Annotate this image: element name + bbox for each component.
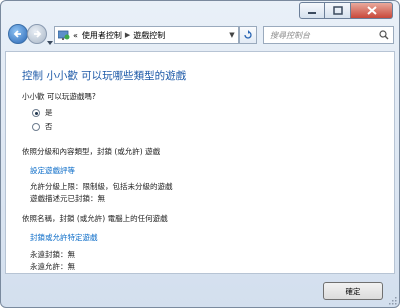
search-icon[interactable] <box>379 30 389 40</box>
close-button[interactable] <box>351 2 393 19</box>
maximize-icon <box>332 6 343 15</box>
close-icon <box>366 6 377 15</box>
back-button[interactable] <box>8 24 28 44</box>
button-bar: 確定 <box>1 274 399 307</box>
blocked-descriptors-text: 遊戲描述元已封鎖：無 <box>30 194 105 203</box>
title-bar <box>1 1 399 23</box>
set-game-ratings-link[interactable]: 設定遊戲評等 <box>30 165 75 176</box>
refresh-icon <box>244 30 252 39</box>
chevron-down-icon <box>47 41 53 45</box>
allowed-rating-text: 允許分級上限：限制級，包括未分級的遊戲 <box>30 182 173 191</box>
caption-buttons <box>299 2 393 19</box>
breadcrumb-user-controls[interactable]: 使用者控制 <box>82 30 122 41</box>
minimize-icon <box>308 11 316 14</box>
search-box[interactable]: 搜尋控制台 <box>263 26 394 44</box>
always-block-text: 永遠封鎖：無 <box>30 250 75 259</box>
content-pane: 控制 小小歡 可以玩哪些類型的遊戲 小小歡 可以玩遊戲嗎? 是 否 依照分級和內… <box>5 51 395 274</box>
address-prefix: « <box>73 30 78 40</box>
forward-button[interactable] <box>27 24 47 44</box>
navigation-bar: « 使用者控制 ▶ 遊戲控制 ▼ 搜尋控制台 <box>1 23 399 51</box>
always-allow-text: 永遠允許：無 <box>30 262 75 271</box>
block-allow-specific-games-link[interactable]: 封鎖或允許特定遊戲 <box>30 232 98 243</box>
refresh-button[interactable] <box>239 26 257 44</box>
rating-section-heading: 依照分級和內容類型，封鎖 (或允許) 遊戲 <box>22 147 161 156</box>
control-panel-icon <box>58 30 70 40</box>
address-bar[interactable]: « 使用者控制 ▶ 遊戲控制 ▼ <box>54 26 239 44</box>
play-games-question: 小小歡 可以玩遊戲嗎? <box>22 92 96 101</box>
breadcrumb-separator-icon[interactable]: ▶ <box>125 31 130 39</box>
name-section-heading: 依照名稱，封鎖 (或允許) 電腦上的任何遊戲 <box>22 214 168 223</box>
radio-yes[interactable] <box>32 109 40 117</box>
address-dropdown-icon[interactable]: ▼ <box>226 31 238 39</box>
game-controls-window: « 使用者控制 ▶ 遊戲控制 ▼ 搜尋控制台 控制 小小歡 可以玩哪些類型的遊戲… <box>0 0 400 308</box>
forward-arrow-icon <box>34 30 42 38</box>
ok-button[interactable]: 確定 <box>323 282 383 300</box>
maximize-button[interactable] <box>325 2 351 19</box>
radio-no-label[interactable]: 否 <box>45 121 53 132</box>
page-title: 控制 小小歡 可以玩哪些類型的遊戲 <box>22 70 187 82</box>
recent-pages-button[interactable] <box>47 31 53 45</box>
search-placeholder: 搜尋控制台 <box>270 30 310 40</box>
minimize-button[interactable] <box>299 2 325 19</box>
resize-grip-icon[interactable] <box>389 297 397 305</box>
breadcrumb-game-controls[interactable]: 遊戲控制 <box>133 30 165 41</box>
back-arrow-icon <box>13 30 21 38</box>
radio-no[interactable] <box>32 123 40 131</box>
radio-yes-label[interactable]: 是 <box>45 107 53 118</box>
